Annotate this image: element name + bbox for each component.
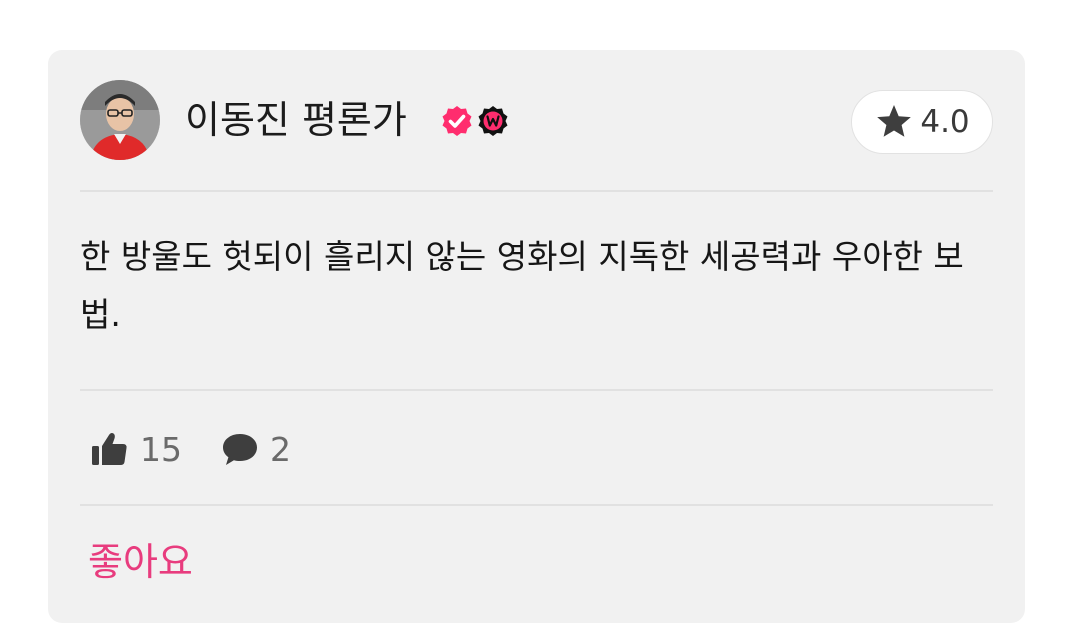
review-header: 이동진 평론가 4.0: [80, 80, 993, 160]
review-card: 이동진 평론가 4.0 한 방울도 헛되이 흘리지 않는 영화의 지독한 세공력…: [48, 50, 1025, 623]
body-divider: [80, 389, 993, 391]
person-avatar-icon: [80, 80, 160, 160]
review-stats: 15 2: [90, 424, 291, 474]
comments-count: 2: [270, 429, 291, 469]
author-name[interactable]: 이동진 평론가: [185, 96, 407, 144]
rating-pill: 4.0: [851, 90, 993, 154]
verified-badge-icon: [442, 106, 472, 136]
stats-divider: [80, 504, 993, 506]
thumbs-up-icon[interactable]: [90, 429, 130, 469]
watcha-w-badge-icon: [478, 106, 508, 136]
review-text[interactable]: 한 방울도 헛되이 흘리지 않는 영화의 지독한 세공력과 우아한 보법.: [80, 228, 993, 344]
author-avatar[interactable]: [80, 80, 160, 160]
rating-value: 4.0: [920, 104, 970, 140]
likes-count: 15: [140, 429, 182, 469]
star-icon: [877, 105, 912, 137]
like-button[interactable]: 좋아요: [88, 537, 193, 587]
header-divider: [80, 190, 993, 192]
comment-icon[interactable]: [220, 429, 260, 469]
